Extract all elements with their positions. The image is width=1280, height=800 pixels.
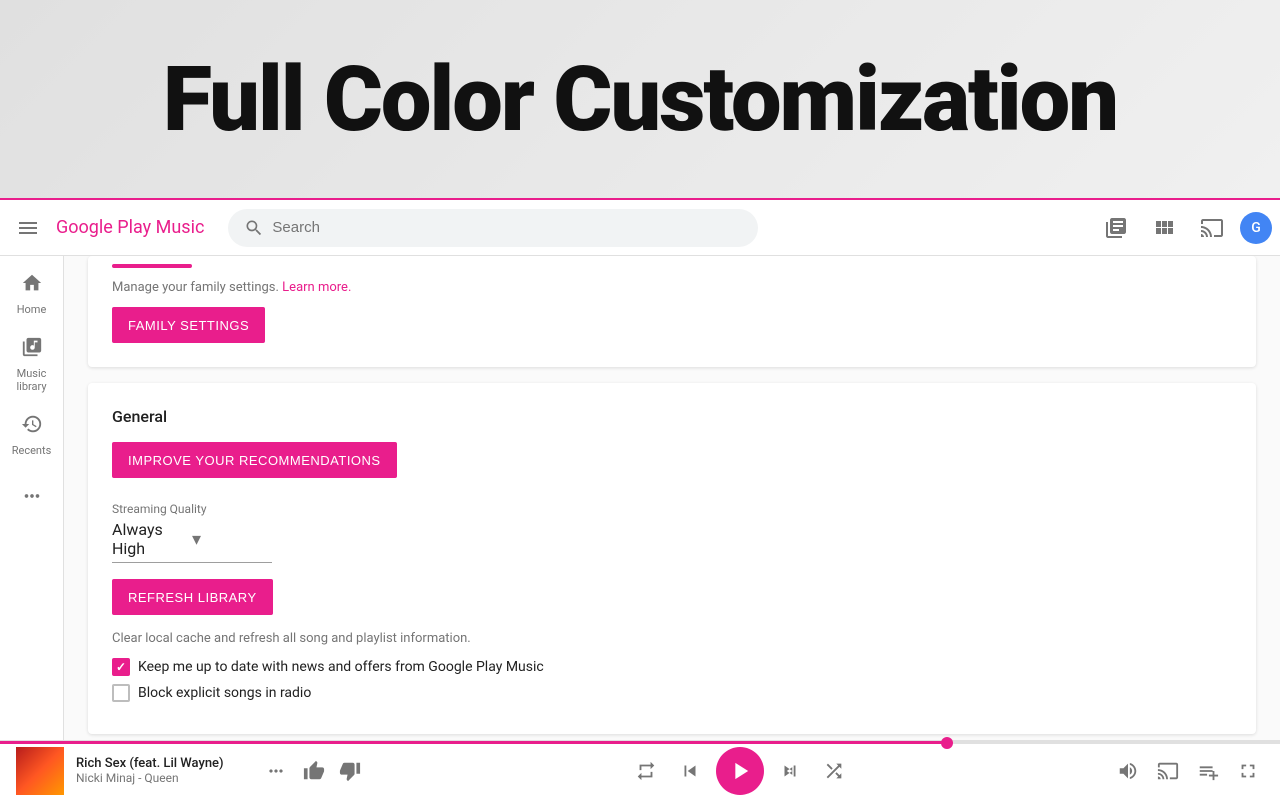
cast-icon[interactable] (1192, 208, 1232, 248)
main-content: Manage your family settings. Learn more.… (64, 256, 1280, 740)
home-icon (21, 272, 43, 299)
shuffle-button[interactable] (816, 753, 852, 789)
sidebar-item-recents-label: Recents (12, 444, 52, 457)
player-controls (368, 747, 1112, 795)
sidebar-item-recents[interactable]: Recents (0, 405, 64, 465)
next-button[interactable] (772, 753, 808, 789)
hero-banner: Full Color Customization (0, 0, 1280, 200)
repeat-button[interactable] (628, 753, 664, 789)
search-container (228, 209, 758, 247)
sidebar: Home Music library Recents (0, 256, 64, 740)
header-actions: G (1096, 208, 1272, 248)
thumbs-up-button[interactable] (296, 753, 332, 789)
learn-more-link[interactable]: Learn more. (282, 280, 351, 295)
chevron-down-icon: ▾ (192, 529, 272, 550)
fullscreen-icon[interactable] (1232, 755, 1264, 787)
sidebar-item-library[interactable]: Music library (0, 328, 64, 401)
general-title: General (112, 407, 1232, 426)
player-info: Rich Sex (feat. Lil Wayne) Nicki Minaj -… (76, 756, 256, 785)
family-settings-button[interactable]: FAMILY SETTINGS (112, 307, 265, 343)
menu-button[interactable] (8, 208, 48, 248)
player-progress-bar[interactable] (0, 741, 1280, 744)
player-artist: Nicki Minaj - Queen (76, 771, 256, 785)
checkbox-explicit-label: Block explicit songs in radio (138, 685, 311, 701)
checkbox-explicit-box[interactable] (112, 684, 130, 702)
app-logo: Google Play Music (56, 217, 204, 238)
search-icon (244, 218, 264, 238)
cast-player-icon[interactable] (1152, 755, 1184, 787)
checkbox-explicit[interactable]: Block explicit songs in radio (112, 684, 1232, 702)
improve-recommendations-button[interactable]: IMPROVE YOUR RECOMMENDATIONS (112, 442, 397, 478)
app-body: Home Music library Recents (0, 256, 1280, 740)
streaming-quality-label: Streaming Quality (112, 502, 1232, 516)
hero-title: Full Color Customization (163, 47, 1117, 152)
family-bar (112, 264, 192, 268)
user-avatar[interactable]: G (1240, 212, 1272, 244)
sidebar-item-home-label: Home (17, 303, 47, 316)
player-song-title: Rich Sex (feat. Lil Wayne) (76, 756, 256, 771)
streaming-quality-value: Always High (112, 520, 192, 558)
recents-icon (21, 413, 43, 440)
family-card: Manage your family settings. Learn more.… (88, 256, 1256, 367)
general-card: General IMPROVE YOUR RECOMMENDATIONS Str… (88, 383, 1256, 734)
library-icon (21, 336, 43, 363)
queue-player-icon[interactable] (1192, 755, 1224, 787)
sidebar-more-button[interactable] (13, 477, 51, 520)
play-pause-button[interactable] (716, 747, 764, 795)
checkbox-newsletter[interactable]: Keep me up to date with news and offers … (112, 658, 1232, 676)
player-right-controls (1112, 755, 1264, 787)
app-header: Google Play Music G (0, 200, 1280, 256)
player-bar: Rich Sex (feat. Lil Wayne) Nicki Minaj -… (0, 740, 1280, 800)
search-input[interactable] (272, 219, 742, 236)
player-more-button[interactable] (256, 751, 296, 791)
queue-icon[interactable] (1096, 208, 1136, 248)
sidebar-item-library-label: Music library (4, 367, 60, 393)
thumbs-down-button[interactable] (332, 753, 368, 789)
family-manage-text: Manage your family settings. Learn more. (112, 280, 1232, 295)
search-box (228, 209, 758, 247)
player-album-art (16, 747, 64, 795)
checkbox-newsletter-label: Keep me up to date with news and offers … (138, 659, 544, 675)
streaming-quality-field: Streaming Quality Always High ▾ (112, 502, 1232, 563)
player-progress-fill (0, 741, 947, 744)
volume-icon[interactable] (1112, 755, 1144, 787)
streaming-quality-select[interactable]: Always High ▾ (112, 520, 272, 563)
sidebar-item-home[interactable]: Home (0, 264, 64, 324)
refresh-desc: Clear local cache and refresh all song a… (112, 631, 1232, 646)
previous-button[interactable] (672, 753, 708, 789)
grid-icon[interactable] (1144, 208, 1184, 248)
refresh-library-button[interactable]: REFRESH LIBRARY (112, 579, 273, 615)
checkbox-newsletter-box[interactable] (112, 658, 130, 676)
